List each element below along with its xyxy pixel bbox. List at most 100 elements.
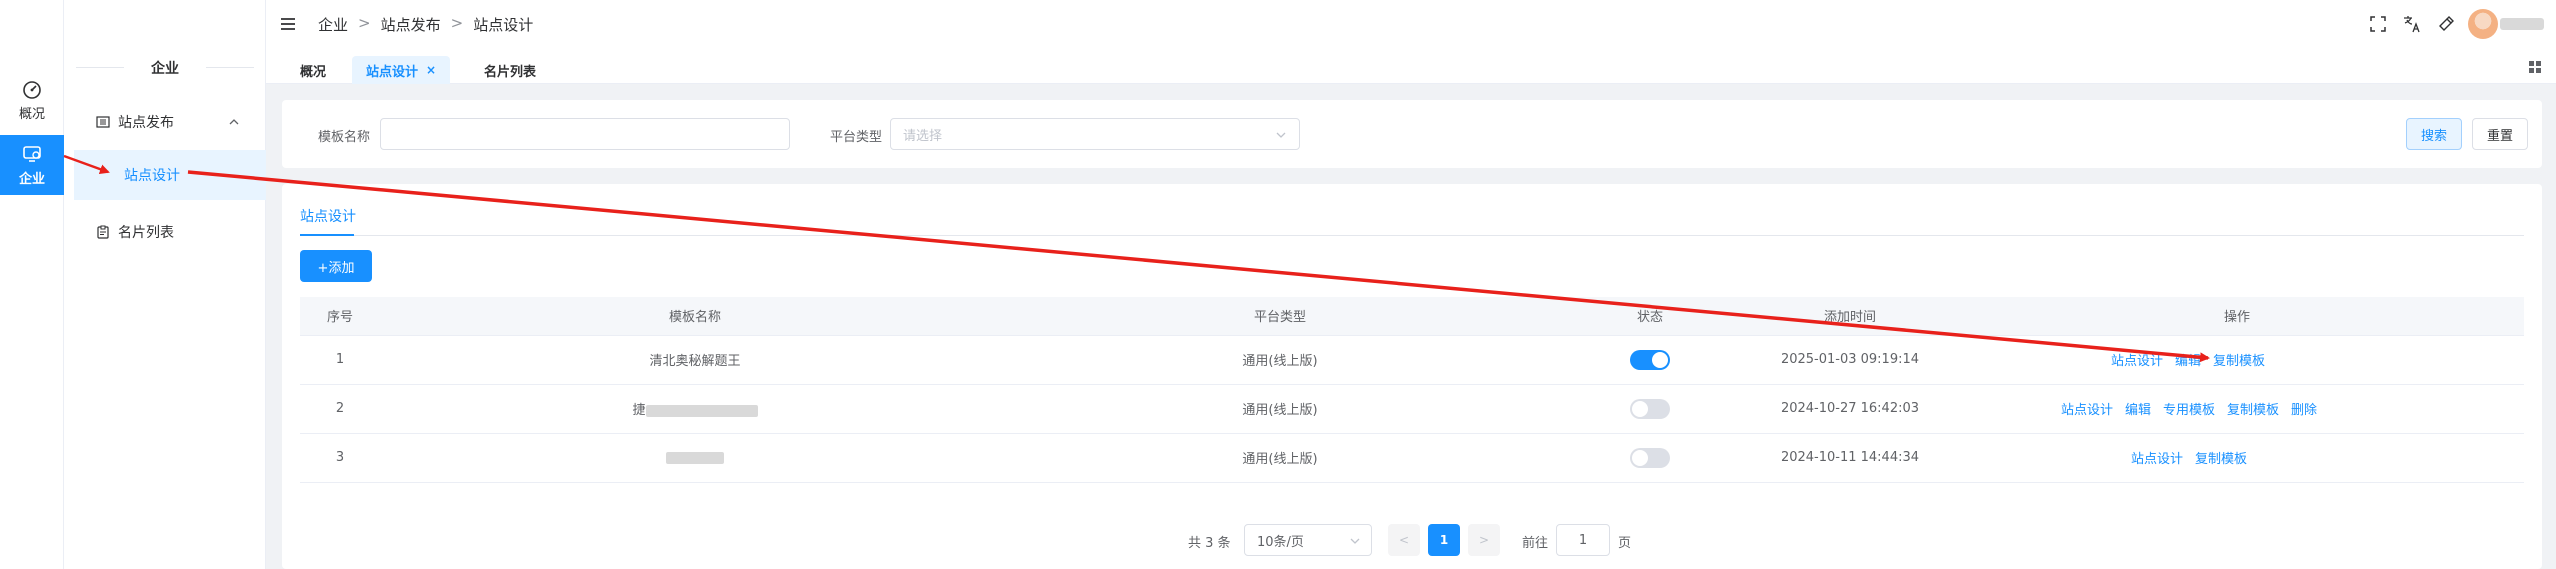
dashboard-icon (23, 80, 41, 99)
tab-site-design-inner[interactable]: 站点设计 (300, 206, 356, 226)
tab-label: 站点设计 (366, 64, 419, 80)
icon-rail: 概况 企业 (0, 0, 64, 569)
page-size-select[interactable]: 10条/页 (1244, 524, 1372, 556)
sidebar-group-site-publish[interactable]: 站点发布 (64, 108, 266, 136)
pagination: 共 3 条 10条/页 < 1 > 前往 1 页 (282, 524, 2542, 556)
jump-page-input[interactable]: 1 (1556, 524, 1610, 556)
cell-added-time: 2024-10-27 16:42:03 (1750, 384, 1950, 434)
cell-status (1550, 384, 1750, 434)
cell-index: 1 (300, 335, 380, 385)
breadcrumb-separator: > (450, 14, 464, 32)
breadcrumb-item[interactable]: 站点发布 (381, 14, 441, 35)
tab-site-design[interactable]: 站点设计 × (352, 56, 451, 84)
edit-link[interactable]: 编辑 (2125, 403, 2151, 418)
dedicated-template-link[interactable]: 专用模板 (2163, 403, 2215, 418)
top-header: 企业 > 站点发布 > 站点设计 (266, 0, 2556, 50)
cell-platform: 通用(线上版) (1010, 384, 1550, 434)
site-design-link[interactable]: 站点设计 (2111, 354, 2163, 369)
copy-template-link[interactable]: 复制模板 (2227, 403, 2279, 418)
tabs-bar: 概况 站点设计 × 名片列表 (266, 50, 2556, 84)
cell-status (1550, 335, 1750, 385)
close-icon[interactable]: × (426, 63, 436, 77)
rail-item-enterprise-label: 企业 (18, 171, 45, 187)
avatar[interactable] (2468, 9, 2498, 39)
page-size-value: 10条/页 (1257, 534, 1304, 550)
sidebar-title-wrap: 企业 (64, 56, 266, 80)
user-name-redacted[interactable] (2500, 18, 2544, 30)
edit-link[interactable]: 编辑 (2175, 354, 2201, 369)
delete-link[interactable]: 删除 (2291, 403, 2317, 418)
translate-icon[interactable] (2402, 14, 2422, 34)
platform-type-placeholder: 请选择 (903, 128, 943, 144)
clipboard-icon (97, 225, 109, 239)
pagination-total: 共 3 条 (1188, 536, 1231, 551)
tab-label: 概况 (300, 64, 327, 80)
cell-platform: 通用(线上版) (1010, 335, 1550, 385)
next-page-button[interactable]: > (1468, 524, 1500, 556)
cell-index: 3 (300, 433, 380, 483)
column-header: 操作 (1950, 297, 2524, 336)
active-tab-indicator (300, 234, 354, 236)
tab-label: 名片列表 (484, 64, 537, 80)
header-icons (2368, 14, 2456, 34)
prev-page-button[interactable]: < (1388, 524, 1420, 556)
cell-template-name (380, 433, 1010, 483)
reset-button[interactable]: 重置 (2472, 118, 2528, 150)
site-design-link[interactable]: 站点设计 (2131, 452, 2183, 467)
jump-label: 前往 (1522, 536, 1549, 551)
sidebar-item-site-design-label: 站点设计 (124, 168, 180, 184)
platform-type-select[interactable]: 请选择 (890, 118, 1300, 150)
cell-added-time: 2025-01-03 09:19:14 (1750, 335, 1950, 385)
breadcrumb-separator: > (358, 14, 371, 32)
redacted-text (645, 404, 758, 417)
toggle-knob (1632, 400, 1648, 417)
cell-template-name: 清北奥秘解题王 (380, 335, 1010, 385)
cell-actions: 站点设计 复制模板 (1950, 433, 2524, 483)
fullscreen-icon[interactable] (2368, 14, 2388, 34)
cell-platform: 通用(线上版) (1010, 433, 1550, 483)
breadcrumb-item: 站点设计 (473, 16, 534, 34)
table-row: 3 通用(线上版) 2024-10-11 14:44:34 站点设计 复制模板 (300, 433, 2524, 483)
chevron-up-icon (229, 119, 239, 125)
sidebar-item-site-design[interactable]: 站点设计 (74, 150, 266, 200)
redacted-text (666, 451, 724, 464)
tab-overview[interactable]: 概况 (286, 56, 340, 84)
jump-suffix: 页 (1618, 536, 1632, 551)
divider (206, 67, 254, 68)
rail-item-overview[interactable]: 概况 (0, 70, 64, 130)
toggle-knob (1652, 351, 1668, 368)
template-name-input[interactable] (380, 118, 790, 150)
site-design-link[interactable]: 站点设计 (2061, 403, 2113, 418)
rail-item-enterprise[interactable]: 企业 (0, 135, 64, 195)
hamburger-icon[interactable] (280, 17, 296, 31)
toggle-knob (1632, 449, 1648, 466)
rail-item-overview-label: 概况 (18, 106, 45, 122)
cell-template-name: 捷 (380, 384, 1010, 434)
sidebar-title: 企业 (151, 61, 179, 77)
breadcrumb-item[interactable]: 企业 (318, 14, 348, 35)
table-header-row: 序号 模板名称 平台类型 状态 添加时间 操作 (300, 297, 2524, 336)
search-button[interactable]: 搜索 (2406, 118, 2462, 150)
copy-template-link[interactable]: 复制模板 (2213, 354, 2265, 369)
chevron-down-icon (1350, 538, 1360, 544)
cell-actions: 站点设计 编辑 专用模板 复制模板 删除 (1950, 384, 2524, 434)
template-name-prefix: 捷 (632, 403, 646, 418)
status-toggle[interactable] (1630, 398, 1670, 419)
column-header: 平台类型 (1010, 297, 1550, 336)
cell-added-time: 2024-10-11 14:44:34 (1750, 433, 1950, 483)
add-button[interactable]: +添加 (300, 250, 372, 282)
grid-icon[interactable] (2528, 60, 2542, 74)
template-name-label: 模板名称 (318, 130, 371, 145)
tab-card-list[interactable]: 名片列表 (470, 56, 550, 84)
platform-type-label: 平台类型 (830, 130, 883, 145)
cell-index: 2 (300, 384, 380, 434)
column-header: 状态 (1550, 297, 1750, 336)
copy-template-link[interactable]: 复制模板 (2195, 452, 2247, 467)
cell-status (1550, 433, 1750, 483)
sidebar-item-card-list[interactable]: 名片列表 (64, 218, 266, 246)
sidebar-item-card-list-label: 名片列表 (118, 225, 174, 241)
theme-icon[interactable] (2436, 14, 2456, 34)
status-toggle[interactable] (1630, 447, 1670, 468)
page-number-button[interactable]: 1 (1428, 524, 1460, 556)
status-toggle[interactable] (1630, 349, 1670, 370)
